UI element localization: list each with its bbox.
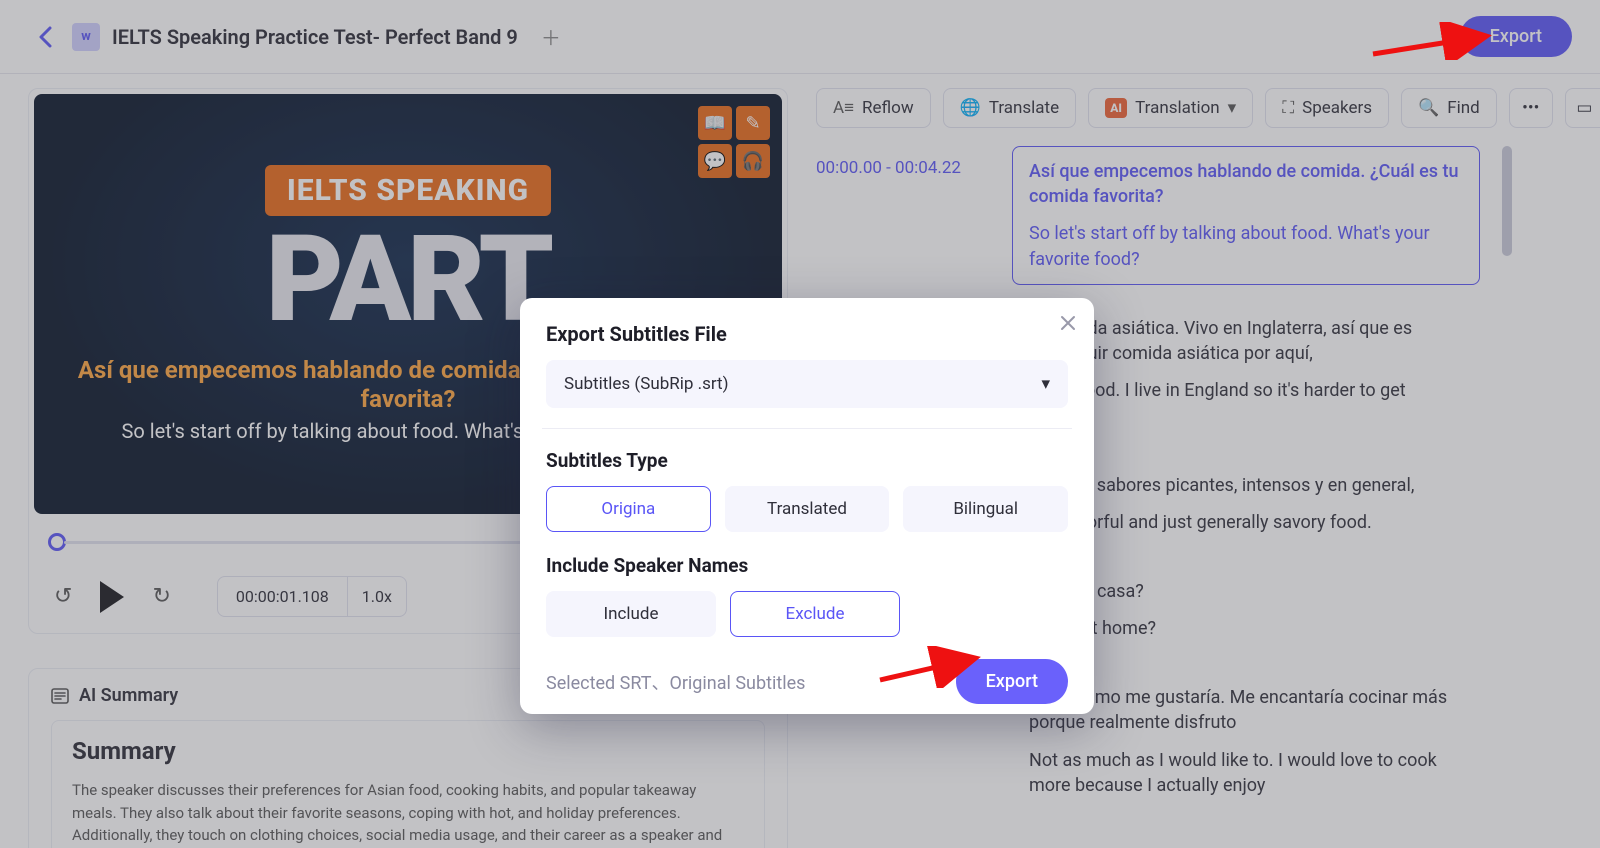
segment-text-es: tanto como me gustaría. Me encantaría co…: [1029, 685, 1463, 735]
find-button[interactable]: 🔍 Find: [1401, 88, 1497, 128]
segment-body[interactable]: Así que empecemos hablando de comida. ¿C…: [1012, 146, 1480, 285]
segment-text-es: stan los sabores picantes, intensos y en…: [1029, 473, 1463, 498]
summary-text: The speaker discusses their preferences …: [72, 779, 744, 848]
forward-button[interactable]: ↻: [152, 584, 170, 609]
subtitle-type-translated[interactable]: Translated: [725, 486, 890, 532]
reflow-icon: A≡: [833, 98, 854, 118]
reflow-label: Reflow: [862, 98, 914, 118]
speakers-icon: ⛶: [1282, 98, 1294, 118]
speakers-include[interactable]: Include: [546, 591, 716, 637]
reflow-button[interactable]: A≡ Reflow: [816, 88, 931, 128]
export-subtitles-modal: Export Subtitles File Subtitles (SubRip …: [520, 298, 1094, 714]
chevron-down-icon: ▾: [1041, 374, 1050, 394]
chevron-down-icon: ▾: [1228, 98, 1237, 118]
back-button[interactable]: [28, 20, 62, 54]
more-menu-button[interactable]: •••: [1509, 88, 1553, 128]
layout-toggle-button[interactable]: ▭▾: [1565, 88, 1600, 128]
ai-badge-icon: AI: [1105, 98, 1127, 118]
document-icon: w: [72, 23, 100, 51]
subtitle-format-select[interactable]: Subtitles (SubRip .srt) ▾: [546, 360, 1068, 408]
layout-icon: ▭: [1576, 98, 1592, 118]
chevron-left-icon: [38, 26, 52, 48]
modal-title: Export Subtitles File: [546, 322, 1068, 346]
search-icon: 🔍: [1418, 98, 1439, 118]
ielts-badge: IELTS SPEAKING: [265, 165, 551, 216]
play-icon: [100, 581, 124, 613]
translation-label: Translation: [1135, 98, 1220, 118]
divider: [542, 428, 1072, 429]
subtitle-type-bilingual[interactable]: Bilingual: [903, 486, 1068, 532]
segment-timestamp: 00:00.00 - 00:04.22: [816, 146, 994, 285]
summary-icon: [51, 687, 69, 705]
subtitles-type-title: Subtitles Type: [546, 449, 1068, 472]
speakers-button[interactable]: ⛶ Speakers: [1265, 88, 1389, 128]
segment-text-es: ucho en casa?: [1029, 579, 1463, 604]
summary-header-label: AI Summary: [79, 685, 178, 706]
find-label: Find: [1447, 98, 1480, 118]
video-badge-icons: 📖 ✎ 💬 🎧: [698, 106, 770, 178]
translation-dropdown[interactable]: AI Translation ▾: [1088, 88, 1253, 128]
segment-text-es: la comida asiática. Vivo en Inglaterra, …: [1029, 316, 1463, 366]
segment-text-en: Not as much as I would like to. I would …: [1029, 750, 1437, 796]
book-icon: 📖: [698, 106, 732, 140]
summary-title: Summary: [72, 737, 744, 765]
translate-icon: 🌐: [960, 98, 981, 118]
translate-label: Translate: [989, 98, 1059, 118]
speakers-label: Speakers: [1302, 98, 1372, 118]
playback-speed[interactable]: 1.0x: [348, 576, 407, 617]
play-button[interactable]: [100, 581, 124, 613]
add-tab-button[interactable]: ＋: [536, 22, 566, 52]
video-part-text: PART: [266, 226, 551, 334]
translate-button[interactable]: 🌐 Translate: [943, 88, 1077, 128]
topbar: w IELTS Speaking Practice Test- Perfect …: [0, 0, 1600, 74]
transcript-segment[interactable]: 00:00.00 - 00:04.22 Así que empecemos ha…: [816, 146, 1480, 285]
chat-icon: 💬: [698, 144, 732, 178]
document-title: IELTS Speaking Practice Test- Perfect Ba…: [112, 25, 518, 49]
selection-summary: Selected SRT、Original Subtitles: [546, 669, 805, 695]
timecode-display[interactable]: 00:00:01.108: [217, 576, 348, 617]
transcript-toolbar: A≡ Reflow 🌐 Translate AI Translation ▾ ⛶ Spea…: [816, 88, 1504, 128]
close-button[interactable]: [1060, 312, 1076, 336]
ellipsis-icon: •••: [1522, 98, 1539, 118]
subtitle-type-original[interactable]: Origina: [546, 486, 711, 532]
modal-export-button[interactable]: Export: [956, 659, 1068, 704]
headphones-icon: 🎧: [736, 144, 770, 178]
segment-text-en: So let's start off by talking about food…: [1029, 223, 1430, 269]
segment-text-es: Así que empecemos hablando de comida. ¿C…: [1029, 159, 1463, 209]
include-speakers-title: Include Speaker Names: [546, 554, 1068, 577]
speakers-exclude[interactable]: Exclude: [730, 591, 900, 637]
close-icon: [1060, 315, 1076, 331]
pen-icon: ✎: [736, 106, 770, 140]
scrollbar-thumb[interactable]: [1502, 146, 1512, 256]
export-button[interactable]: Export: [1460, 16, 1572, 57]
subtitle-format-value: Subtitles (SubRip .srt): [564, 374, 729, 394]
rewind-button[interactable]: ↺: [54, 584, 72, 609]
